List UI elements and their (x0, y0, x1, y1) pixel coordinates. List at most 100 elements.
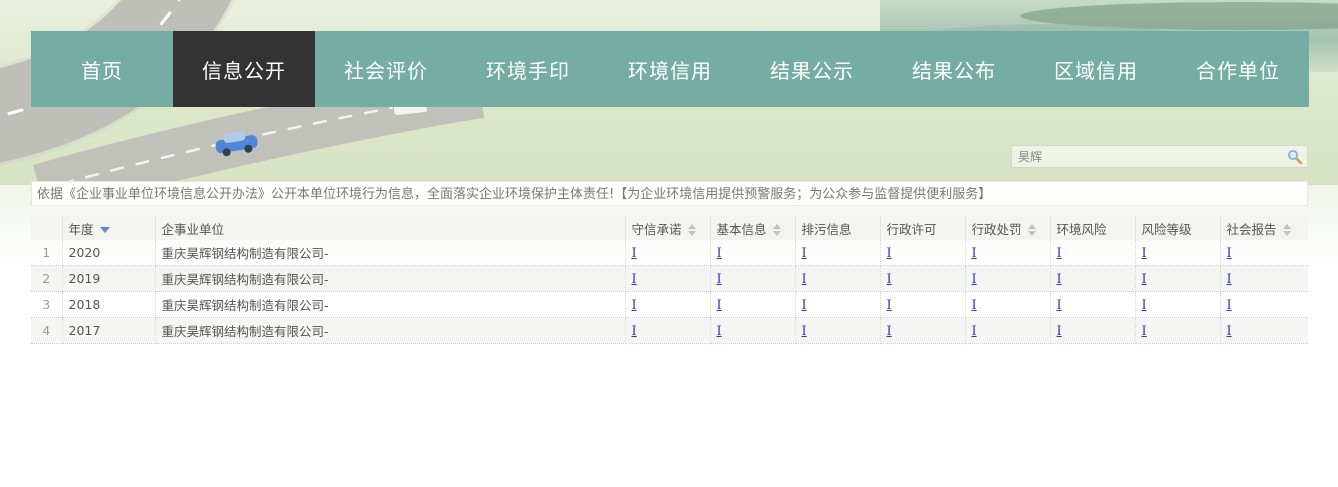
link-integrity-commitment[interactable]: I (632, 246, 637, 261)
link-risk-level[interactable]: I (1142, 272, 1147, 287)
header-risk-level: 风险等级 (1135, 216, 1220, 240)
table-header-row: 年度 企事业单位 守信承诺 基本信息 排污信息 行政许可行政处罚 环境风险风险等级社会报告 (31, 216, 1308, 240)
link-administrative-penalty[interactable]: I (972, 246, 977, 261)
main-nav: 首页信息公开社会评价环境手印环境信用结果公示结果公布区域信用合作单位 (31, 31, 1309, 107)
header-label: 社会报告 (1227, 222, 1277, 237)
header-basic-info[interactable]: 基本信息 (710, 216, 795, 240)
sort-updown-icon[interactable] (1283, 224, 1291, 236)
header-integrity-commitment[interactable]: 守信承诺 (625, 216, 710, 240)
search-bar (1011, 145, 1308, 168)
link-administrative-penalty[interactable]: I (972, 324, 977, 339)
cell-risk-level: I (1135, 318, 1220, 344)
sort-desc-icon[interactable] (100, 227, 110, 233)
cell-social-report: I (1220, 266, 1308, 292)
table-row: 12020重庆昊辉钢结构制造有限公司-IIIIIIII (31, 240, 1308, 266)
nav-item-social-evaluation[interactable]: 社会评价 (315, 31, 457, 107)
link-social-report[interactable]: I (1227, 246, 1232, 261)
nav-item-partners[interactable]: 合作单位 (1167, 31, 1309, 107)
page: 首页信息公开社会评价环境手印环境信用结果公示结果公布区域信用合作单位 依据《企业… (0, 0, 1338, 487)
cell-administrative-permit: I (880, 240, 965, 266)
cell-year: 2020 (62, 240, 155, 266)
link-social-report[interactable]: I (1227, 298, 1232, 313)
sort-updown-icon[interactable] (1028, 224, 1036, 236)
link-integrity-commitment[interactable]: I (632, 298, 637, 313)
header-administrative-permit: 行政许可 (880, 216, 965, 240)
link-integrity-commitment[interactable]: I (632, 324, 637, 339)
link-risk-level[interactable]: I (1142, 324, 1147, 339)
header-label: 行政处罚 (972, 222, 1022, 237)
link-pollution-discharge-info[interactable]: I (802, 246, 807, 261)
cell-enterprise: 重庆昊辉钢结构制造有限公司- (155, 318, 625, 344)
row-index: 2 (31, 266, 62, 292)
link-social-report[interactable]: I (1227, 272, 1232, 287)
header-label: 年度 (69, 222, 94, 237)
link-administrative-permit[interactable]: I (887, 324, 892, 339)
link-administrative-permit[interactable]: I (887, 298, 892, 313)
cell-basic-info: I (710, 292, 795, 318)
link-env-risk[interactable]: I (1057, 246, 1062, 261)
cell-env-risk: I (1050, 266, 1135, 292)
cell-pollution-discharge-info: I (795, 240, 880, 266)
cell-basic-info: I (710, 318, 795, 344)
link-env-risk[interactable]: I (1057, 324, 1062, 339)
link-env-risk[interactable]: I (1057, 272, 1062, 287)
cell-pollution-discharge-info: I (795, 318, 880, 344)
nav-item-result-announcement[interactable]: 结果公布 (883, 31, 1025, 107)
header-pollution-discharge-info: 排污信息 (795, 216, 880, 240)
table-row: 42017重庆昊辉钢结构制造有限公司-IIIIIIII (31, 318, 1308, 344)
cell-social-report: I (1220, 240, 1308, 266)
link-basic-info[interactable]: I (717, 246, 722, 261)
link-administrative-penalty[interactable]: I (972, 272, 977, 287)
row-index: 3 (31, 292, 62, 318)
search-icon[interactable] (1287, 149, 1303, 165)
header-env-risk: 环境风险 (1050, 216, 1135, 240)
header-label: 企事业单位 (162, 222, 225, 237)
link-social-report[interactable]: I (1227, 324, 1232, 339)
cell-year: 2018 (62, 292, 155, 318)
cell-pollution-discharge-info: I (795, 292, 880, 318)
link-administrative-penalty[interactable]: I (972, 298, 977, 313)
nav-item-info-disclosure[interactable]: 信息公开 (173, 31, 315, 107)
search-input[interactable] (1012, 150, 1287, 164)
link-integrity-commitment[interactable]: I (632, 272, 637, 287)
cell-risk-level: I (1135, 266, 1220, 292)
sort-updown-icon[interactable] (773, 224, 781, 236)
cell-year: 2017 (62, 318, 155, 344)
header-label: 排污信息 (802, 222, 852, 237)
cell-year: 2019 (62, 266, 155, 292)
nav-item-env-credit[interactable]: 环境信用 (599, 31, 741, 107)
cell-env-risk: I (1050, 240, 1135, 266)
link-pollution-discharge-info[interactable]: I (802, 272, 807, 287)
cell-administrative-penalty: I (965, 266, 1050, 292)
header-index (31, 216, 62, 240)
cell-enterprise: 重庆昊辉钢结构制造有限公司- (155, 266, 625, 292)
nav-item-env-handprint[interactable]: 环境手印 (457, 31, 599, 107)
header-label: 基本信息 (717, 222, 767, 237)
cell-administrative-penalty: I (965, 240, 1050, 266)
link-administrative-permit[interactable]: I (887, 246, 892, 261)
cell-integrity-commitment: I (625, 292, 710, 318)
header-administrative-penalty[interactable]: 行政处罚 (965, 216, 1050, 240)
table-row: 32018重庆昊辉钢结构制造有限公司-IIIIIIII (31, 292, 1308, 318)
link-pollution-discharge-info[interactable]: I (802, 298, 807, 313)
header-label: 守信承诺 (632, 222, 682, 237)
header-year[interactable]: 年度 (62, 216, 155, 240)
sort-updown-icon[interactable] (688, 224, 696, 236)
cell-administrative-penalty: I (965, 318, 1050, 344)
link-env-risk[interactable]: I (1057, 298, 1062, 313)
header-social-report[interactable]: 社会报告 (1220, 216, 1308, 240)
nav-item-home[interactable]: 首页 (31, 31, 173, 107)
nav-item-regional-credit[interactable]: 区域信用 (1025, 31, 1167, 107)
nav-item-result-publicity[interactable]: 结果公示 (741, 31, 883, 107)
cell-pollution-discharge-info: I (795, 266, 880, 292)
link-basic-info[interactable]: I (717, 324, 722, 339)
cell-env-risk: I (1050, 318, 1135, 344)
link-pollution-discharge-info[interactable]: I (802, 324, 807, 339)
link-basic-info[interactable]: I (717, 298, 722, 313)
link-risk-level[interactable]: I (1142, 298, 1147, 313)
link-administrative-permit[interactable]: I (887, 272, 892, 287)
link-basic-info[interactable]: I (717, 272, 722, 287)
cell-enterprise: 重庆昊辉钢结构制造有限公司- (155, 240, 625, 266)
cell-basic-info: I (710, 266, 795, 292)
link-risk-level[interactable]: I (1142, 246, 1147, 261)
